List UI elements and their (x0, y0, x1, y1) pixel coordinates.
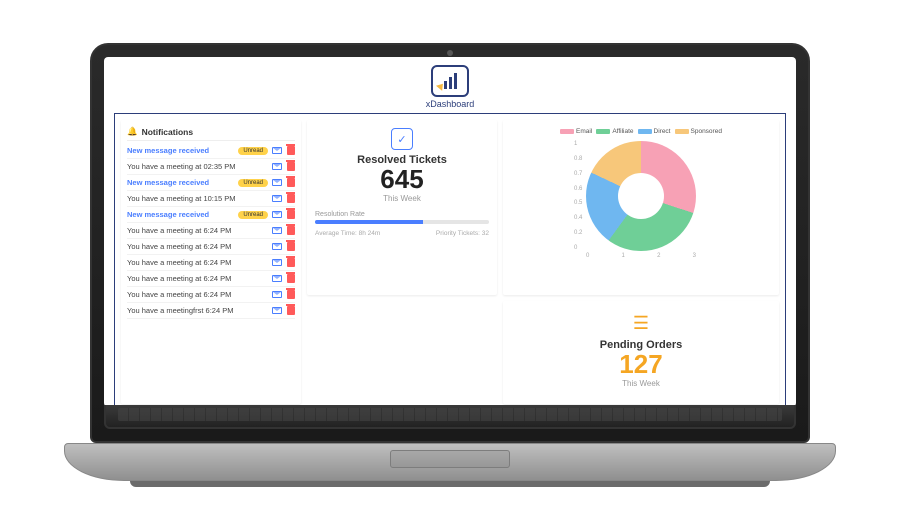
mail-icon[interactable] (272, 179, 282, 186)
unread-badge: Unread (238, 147, 268, 155)
delete-icon[interactable] (287, 242, 295, 251)
laptop-foot (130, 481, 770, 487)
mail-icon[interactable] (272, 243, 282, 250)
resolved-period: This Week (383, 194, 421, 203)
notification-row[interactable]: New message receivedUnread (127, 143, 295, 159)
mail-icon[interactable] (272, 163, 282, 170)
resolution-progress (315, 220, 489, 224)
delete-icon[interactable] (287, 290, 295, 299)
mail-icon[interactable] (272, 227, 282, 234)
bell-icon: 🔔 (127, 126, 138, 137)
notification-row[interactable]: You have a meeting at 6:24 PM (127, 255, 295, 271)
mail-icon[interactable] (272, 259, 282, 266)
delete-icon[interactable] (287, 162, 295, 171)
mail-icon[interactable] (272, 195, 282, 202)
brand-name: xDashboard (426, 99, 475, 109)
notification-row[interactable]: You have a meeting at 02:35 PM (127, 159, 295, 175)
donut-legend: EmailAffiliateDirectSponsored (560, 128, 722, 135)
donut-chart: 10.80.70.60.50.40.20 (586, 141, 696, 251)
logo-icon (431, 65, 469, 97)
notification-row[interactable]: You have a meeting at 10:15 PM (127, 191, 295, 207)
notification-row[interactable]: You have a meeting at 6:24 PM (127, 223, 295, 239)
delete-icon[interactable] (287, 194, 295, 203)
unread-badge: Unread (238, 179, 268, 187)
mail-icon[interactable] (272, 275, 282, 282)
resolved-tickets-card[interactable]: ✓ Resolved Tickets 645 This Week Resolut… (307, 120, 497, 295)
notification-row[interactable]: New message receivedUnread (127, 207, 295, 223)
mail-icon[interactable] (272, 211, 282, 218)
notification-row[interactable]: You have a meeting at 6:24 PM (127, 271, 295, 287)
screen: xDashboard ✓ Resolved Tickets 645 This W… (104, 57, 796, 407)
laptop-lid: xDashboard ✓ Resolved Tickets 645 This W… (90, 43, 810, 443)
notifications-panel: 🔔 Notifications New message receivedUnre… (121, 120, 301, 404)
avg-time: Average Time: 8h 24m (315, 230, 380, 237)
notification-row[interactable]: You have a meeting at 6:24 PM (127, 239, 295, 255)
keyboard-deck (104, 405, 796, 429)
notifications-heading: Notifications (142, 127, 193, 137)
trackpad (390, 450, 510, 468)
pending-orders-card[interactable]: ☰ Pending Orders 127 This Week (503, 301, 779, 404)
ticket-icon: ✓ (391, 128, 413, 150)
pending-value: 127 (619, 351, 662, 377)
delete-icon[interactable] (287, 258, 295, 267)
delete-icon[interactable] (287, 146, 295, 155)
laptop-frame: xDashboard ✓ Resolved Tickets 645 This W… (90, 43, 810, 487)
mail-icon[interactable] (272, 291, 282, 298)
brand-logo: xDashboard (426, 65, 475, 109)
donut-x-axis: 0123 (586, 253, 696, 259)
notification-row[interactable]: New message receivedUnread (127, 175, 295, 191)
notification-row[interactable]: You have a meetingfrst 6:24 PM (127, 303, 295, 319)
delete-icon[interactable] (287, 306, 295, 315)
progress-label: Resolution Rate (315, 211, 489, 218)
dashboard: ✓ Resolved Tickets 645 This Week Resolut… (114, 113, 786, 407)
notification-row[interactable]: You have a meeting at 6:24 PM (127, 287, 295, 303)
mail-icon[interactable] (272, 307, 282, 314)
pending-icon: ☰ (629, 313, 653, 335)
delete-icon[interactable] (287, 226, 295, 235)
pending-period: This Week (622, 379, 660, 388)
laptop-base (64, 443, 836, 481)
unread-badge: Unread (238, 211, 268, 219)
traffic-donut-card[interactable]: EmailAffiliateDirectSponsored 10.80.70.6… (503, 120, 779, 295)
priority-tickets: Priority Tickets: 32 (436, 230, 489, 237)
delete-icon[interactable] (287, 210, 295, 219)
mail-icon[interactable] (272, 147, 282, 154)
delete-icon[interactable] (287, 178, 295, 187)
notification-list: New message receivedUnreadYou have a mee… (127, 143, 295, 319)
delete-icon[interactable] (287, 274, 295, 283)
resolved-value: 645 (380, 166, 423, 192)
